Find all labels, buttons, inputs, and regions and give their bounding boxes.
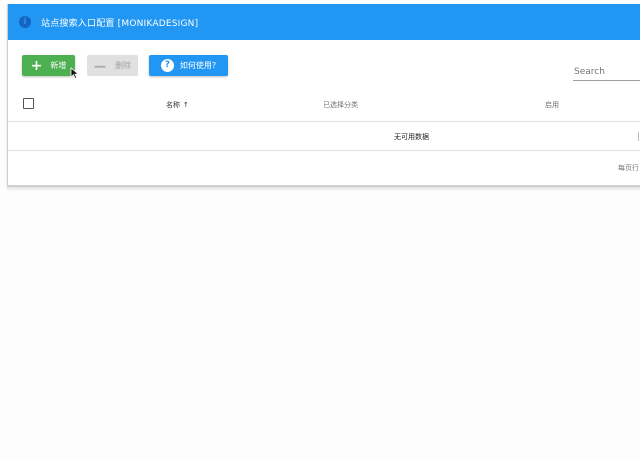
minus-icon: — [94,58,106,73]
add-button[interactable]: + 新增 [22,55,75,76]
select-all-checkbox[interactable] [23,98,34,109]
column-header-name-label: 名称 [166,101,180,109]
window-title: 站点搜索入口配置 [MONIKADESIGN] [41,18,199,29]
column-header-enabled[interactable]: 启用 [545,100,559,110]
help-button-label: 如何使用? [179,61,217,70]
help-button[interactable]: ? 如何使用? [149,55,228,76]
row-divider [638,132,639,141]
column-header-name[interactable]: 名称 ↑ [166,100,189,110]
add-button-label: 新增 [50,61,67,70]
column-header-category[interactable]: 已选择分类 [323,100,358,110]
search-input[interactable] [573,64,640,81]
table-header: 名称 ↑ 已选择分类 启用 [8,92,640,122]
sort-ascending-icon: ↑ [183,101,189,109]
config-panel: i 站点搜索入口配置 [MONIKADESIGN] + 新增 — 删除 ? 如何… [7,4,640,187]
rows-per-page-label: 每页行 [618,164,639,172]
table-empty-row: 无可用数据 [8,122,640,151]
empty-message: 无可用数据 [394,133,429,141]
page: i 站点搜索入口配置 [MONIKADESIGN] + 新增 — 删除 ? 如何… [0,0,640,459]
table-footer: 每页行 [8,151,640,185]
delete-button[interactable]: — 删除 [87,55,138,76]
question-circle-icon: ? [160,59,174,72]
info-icon: i [19,16,31,28]
delete-button-label: 删除 [115,61,131,70]
title-bar: i 站点搜索入口配置 [MONIKADESIGN] [8,4,640,40]
plus-icon: + [30,57,43,74]
mouse-cursor-icon [70,67,80,79]
